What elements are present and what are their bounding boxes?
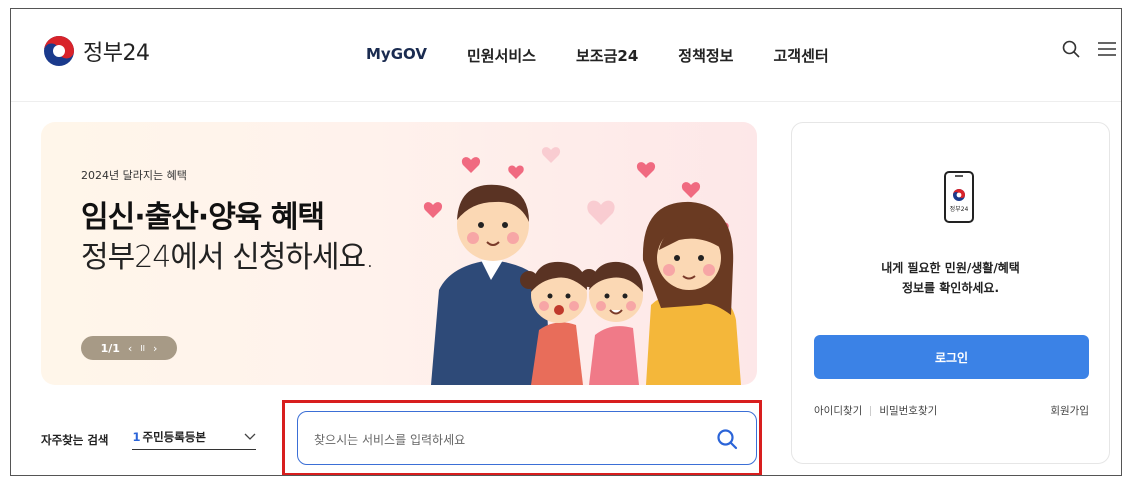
find-id-link[interactable]: 아이디찾기 — [814, 403, 862, 418]
account-links: 아이디찾기 비밀번호찾기 회원가입 — [814, 403, 1089, 418]
search-submit-icon[interactable] — [716, 428, 738, 450]
taegeuk-logo-icon — [44, 36, 74, 66]
prev-slide-button[interactable]: ‹ — [128, 342, 132, 355]
frequent-search-label: 자주찾는 검색 — [41, 432, 109, 447]
find-password-link[interactable]: 비밀번호찾기 — [879, 403, 937, 418]
frequent-search-select[interactable]: 1 주민등록등본 — [132, 429, 257, 450]
logo-text: 정부24 — [83, 41, 150, 66]
frequent-search-value: 주민등록등본 — [142, 430, 206, 444]
banner-title-line2: 정부24에서 신청하세요. — [81, 240, 375, 275]
search-placeholder: 찾으시는 서비스를 입력하세요 — [314, 433, 466, 447]
link-divider — [870, 405, 872, 416]
frequent-search-rank: 1 — [132, 430, 141, 444]
menu-icon[interactable] — [1097, 40, 1117, 58]
hero-banner[interactable]: 2024년 달라지는 혜택 임신·출산·양육 혜택 정부24에서 신청하세요. … — [41, 122, 757, 385]
site-logo[interactable]: 정부24 — [43, 35, 150, 67]
nav-item-policy-info[interactable]: 정책정보 — [678, 45, 733, 66]
site-header: 정부24 MyGOV 민원서비스 보조금24 정책정보 고객센터 — [11, 9, 1121, 102]
banner-title: 임신·출산·양육 혜택 — [81, 200, 325, 235]
login-button[interactable]: 로그인 — [814, 335, 1089, 379]
header-icons — [1061, 39, 1117, 59]
nav-item-customer-center[interactable]: 고객센터 — [773, 45, 828, 66]
banner-pager: 1/1 ‹ II › — [81, 336, 177, 360]
banner-subtitle: 2024년 달라지는 혜택 — [81, 169, 187, 182]
page-frame: 정부24 MyGOV 민원서비스 보조금24 정책정보 고객센터 2024년 달… — [10, 8, 1122, 476]
mobile-gov24-icon: 정부24 — [944, 171, 974, 223]
nav-item-civil-service[interactable]: 민원서비스 — [467, 45, 536, 66]
login-message-line2: 정보를 확인하세요. — [901, 281, 1000, 295]
family-illustration — [423, 147, 741, 385]
pause-button[interactable]: II — [140, 344, 145, 353]
login-message-line1: 내게 필요한 민원/생활/혜택 — [881, 261, 1020, 275]
nav-item-subsidy24[interactable]: 보조금24 — [576, 45, 638, 66]
search-icon[interactable] — [1061, 39, 1081, 59]
frequent-search: 자주찾는 검색 1 주민등록등본 — [41, 429, 257, 450]
next-slide-button[interactable]: › — [153, 342, 157, 355]
nav-item-mygov[interactable]: MyGOV — [366, 45, 427, 66]
main-nav: MyGOV 민원서비스 보조금24 정책정보 고객센터 — [366, 45, 829, 66]
chevron-down-icon — [245, 433, 256, 440]
search-input[interactable]: 찾으시는 서비스를 입력하세요 — [297, 411, 757, 465]
slide-counter: 1/1 — [100, 341, 120, 355]
sign-up-link[interactable]: 회원가입 — [1050, 403, 1089, 418]
login-panel: 정부24 내게 필요한 민원/생활/혜택 정보를 확인하세요. 로그인 아이디찾… — [791, 122, 1110, 464]
phone-icon-label: 정부24 — [950, 206, 969, 213]
login-message: 내게 필요한 민원/생활/혜택 정보를 확인하세요. — [792, 258, 1109, 298]
